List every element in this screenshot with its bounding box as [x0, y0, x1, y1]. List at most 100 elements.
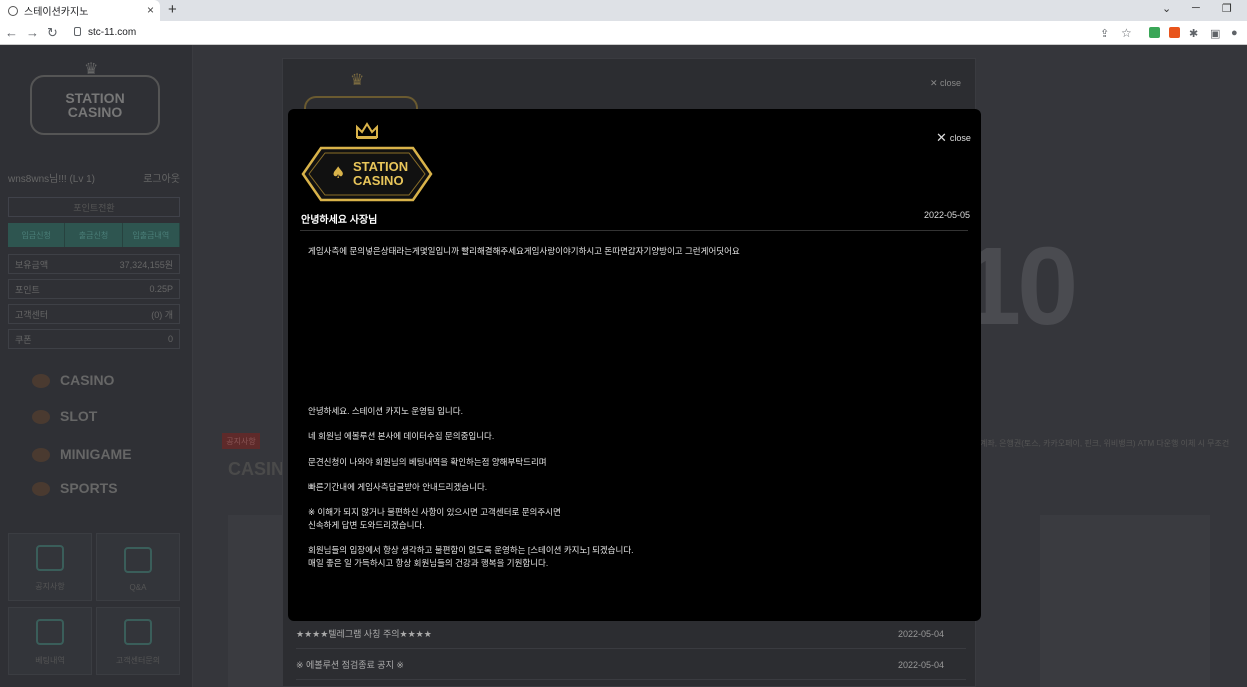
answer-line: 회원님들의 입장에서 항상 생각하고 불편함이 없도록 운영하는 [스테이션 카…	[308, 545, 634, 555]
answer-line: 네 회원님 에볼루션 본사에 데이터수집 문의중입니다.	[308, 431, 495, 441]
divider	[300, 230, 968, 231]
tile-label: Q&A	[129, 583, 147, 592]
list-item-title: ★★★★텔레그램 사칭 주의★★★★	[296, 629, 432, 639]
list-item[interactable]: ★★★★텔레그램 사칭 주의★★★★ 2022-05-04	[296, 619, 966, 649]
answer-line: 빠른기간내에 게임사측답글받아 안내드리겠습니다.	[308, 482, 488, 492]
browser-tab-bar: 스테이션카지노 × + ⌄ ─ ❐	[0, 0, 1247, 21]
cash-actions: 입금신청 출금신청 입출금내역	[8, 223, 180, 247]
answer-line: ※ 이해가 되지 않거나 불편하신 사항이 있으시면 고객센터로 문의주시면	[308, 507, 561, 517]
chat-icon	[124, 547, 152, 573]
globe-icon	[8, 5, 18, 16]
outer-logo	[304, 96, 418, 110]
svg-text:STATION: STATION	[353, 159, 408, 174]
close-button[interactable]: ✕ close	[936, 130, 971, 146]
tab-search-icon[interactable]: ⌄	[1162, 2, 1171, 15]
close-icon: ✕	[936, 130, 947, 145]
logo-line1: STATION	[65, 90, 125, 106]
message-title: 안녕하세요 사장님	[301, 215, 378, 226]
restore-icon[interactable]: ❐	[1222, 2, 1232, 15]
close-label: close	[940, 78, 962, 88]
minimize-icon[interactable]: ─	[1192, 2, 1200, 14]
close-label: close	[949, 133, 971, 143]
profile-icon[interactable]: ●	[1231, 27, 1238, 39]
info-label: 포인트	[15, 284, 40, 295]
message-date: 2022-05-05	[924, 210, 971, 220]
game-card[interactable]	[228, 515, 288, 687]
sidepanel-icon[interactable]: ▣	[1210, 27, 1220, 40]
edit-icon	[124, 619, 152, 645]
game-card-dreamgaming[interactable]	[1040, 515, 1210, 687]
deposit-button[interactable]: 입금신청	[8, 223, 66, 247]
sports-icon	[32, 482, 50, 497]
withdraw-button[interactable]: 출금신청	[65, 223, 123, 247]
user-row: wns8wns님!!! (Lv 1) 로그아웃	[8, 170, 180, 185]
notice-ticker: 계좌, 은행권(토스, 카카오페이, 핀크, 위비뱅크) ATM 다운행 이체 …	[980, 439, 1230, 448]
bookmark-star-icon[interactable]: ☆	[1121, 26, 1132, 40]
question-text: 게임사측에 문의넣은상태라는게몇일입니까 빨리해결해주세요게임사랑이야기하시고 …	[308, 246, 740, 256]
list-item[interactable]: ※ 에볼루션 점검종료 공지 ※ 2022-05-04	[296, 650, 966, 680]
tile-label: 고객센터문의	[115, 656, 161, 665]
menu-label: SLOT	[60, 408, 98, 424]
logo-line2: CASINO	[67, 104, 123, 120]
menu-slot[interactable]: SLOT	[32, 408, 98, 425]
menu-sports[interactable]: SPORTS	[32, 480, 118, 497]
outer-close-button[interactable]: ✕ close	[930, 78, 961, 89]
menu-label: CASINO	[60, 372, 115, 388]
info-row-coupon: 쿠폰 0	[8, 329, 180, 349]
back-icon[interactable]: ←	[5, 25, 18, 40]
answer-line: 신속하게 답변 도와드리겠습니다.	[308, 520, 425, 530]
info-row-support: 고객센터 (0) 개	[8, 304, 180, 324]
logout-link[interactable]: 로그아웃	[143, 170, 180, 185]
magnifier-icon	[36, 545, 64, 571]
tile-label: 베팅내역	[35, 656, 65, 665]
info-row-balance: 보유금액 37,324,155원	[8, 254, 180, 274]
share-icon[interactable]: ⇪	[1100, 27, 1109, 40]
menu-label: MINIGAME	[60, 446, 132, 462]
tile-support[interactable]: 고객센터문의	[96, 607, 180, 675]
puzzle-icon[interactable]: ✱	[1189, 27, 1198, 40]
reload-icon[interactable]: ↻	[47, 25, 58, 41]
info-value: 37,324,155원	[119, 259, 173, 270]
list-item-date: 2022-05-04	[897, 659, 944, 670]
point-convert-button[interactable]: 포인트전환	[8, 197, 180, 217]
extension-green-icon[interactable]	[1149, 27, 1160, 38]
monitor-icon	[36, 619, 64, 645]
address-bar: ← → ↻ stc-11.com ⇪ ☆ ✱ ▣ ●	[0, 21, 1247, 45]
list-item-title: ※ 에볼루션 점검종료 공지 ※	[296, 660, 404, 670]
tab-close-icon[interactable]: ×	[147, 3, 154, 17]
slot-icon	[32, 410, 50, 425]
history-button[interactable]: 입출금내역	[123, 223, 180, 247]
info-value: (0) 개	[151, 309, 173, 320]
tile-bet-history[interactable]: 베팅내역	[8, 607, 92, 675]
extension-orange-icon[interactable]	[1169, 27, 1180, 38]
menu-label: SPORTS	[60, 480, 118, 496]
tab-title: 스테이션카지노	[24, 7, 89, 18]
tile-notice[interactable]: 공지사항	[8, 533, 92, 601]
url-text[interactable]: stc-11.com	[88, 27, 136, 38]
menu-casino[interactable]: CASINO	[32, 372, 115, 389]
info-value: 0	[167, 334, 173, 344]
crown-icon	[356, 122, 378, 139]
list-item-date: 2022-05-04	[897, 628, 944, 639]
minigame-icon	[32, 448, 50, 463]
browser-tab[interactable]: 스테이션카지노 ×	[0, 0, 160, 21]
svg-text:♠: ♠	[331, 163, 345, 182]
svg-text:CASINO: CASINO	[353, 173, 404, 188]
site-logo[interactable]: STATION CASINO	[30, 75, 160, 135]
crown-icon: ♛	[350, 72, 365, 89]
menu-minigame[interactable]: MINIGAME	[32, 446, 132, 463]
tile-label: 공지사항	[35, 582, 65, 591]
tile-qna[interactable]: Q&A	[96, 533, 180, 601]
answer-line: 문견신청이 나와야 회원님의 베팅내역을 확인하는점 양해부탁드리며	[308, 457, 547, 467]
info-label: 고객센터	[15, 309, 49, 320]
info-value: 0.25P	[149, 284, 173, 294]
forward-icon[interactable]: →	[26, 25, 39, 40]
station-casino-logo: ♠ STATION CASINO	[301, 146, 433, 202]
new-tab-button[interactable]: +	[168, 1, 177, 18]
answer-line: 안녕하세요. 스테이션 카지노 운영팀 입니다.	[308, 406, 463, 416]
casino-icon	[32, 374, 50, 389]
username: wns8wns님!!! (Lv 1)	[8, 174, 96, 185]
info-label: 쿠폰	[15, 334, 32, 345]
info-label: 보유금액	[15, 259, 49, 270]
answer-line: 매일 좋은 일 가득하시고 항상 회원님들의 건강과 행복을 기원합니다.	[308, 558, 549, 568]
